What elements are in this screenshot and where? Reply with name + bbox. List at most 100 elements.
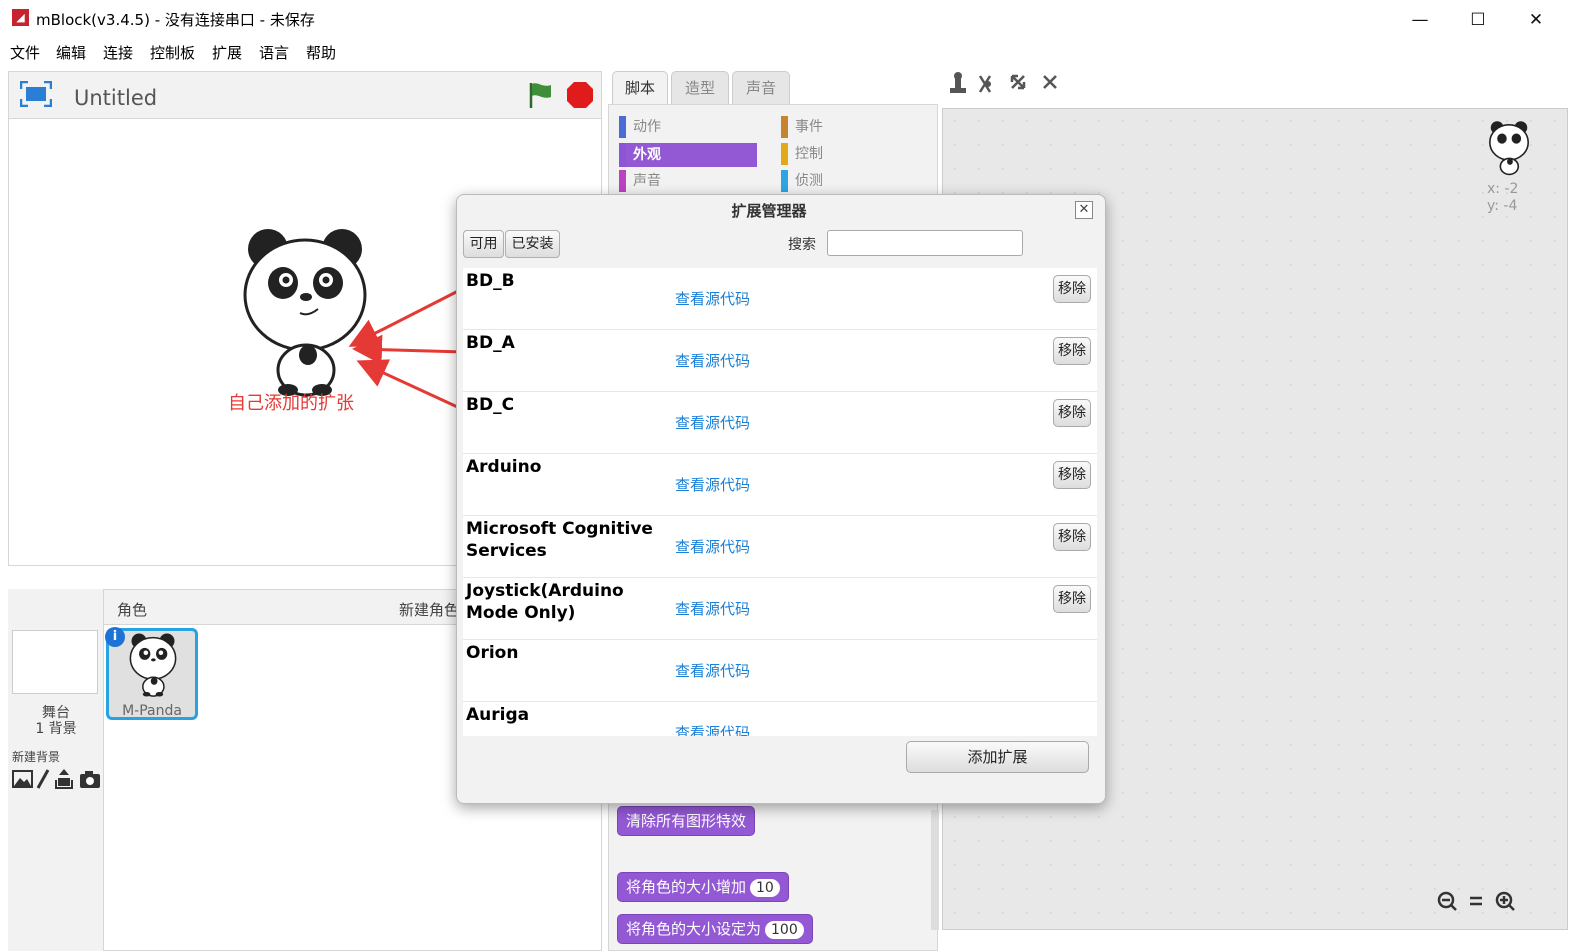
extension-row: Arduino 查看源代码 移除 [463,454,1097,516]
window-title: mBlock(v3.4.5) - 没有连接串口 - 未保存 [36,11,315,29]
dialog-close-icon[interactable]: ✕ [1075,201,1093,219]
category-motion[interactable]: 动作 [619,116,757,138]
view-source-link[interactable]: 查看源代码 [675,722,750,736]
menu-extensions[interactable]: 扩展 [212,42,242,63]
zoom-controls [1437,891,1515,911]
tab-scripts[interactable]: 脚本 [612,71,668,104]
sprite-x-coordinate: x: -2 [1487,181,1519,197]
view-source-link[interactable]: 查看源代码 [675,412,750,433]
view-source-link[interactable]: 查看源代码 [675,536,750,557]
remove-button[interactable]: 移除 [1053,275,1091,303]
shrink-icon [1043,75,1057,89]
menu-edit[interactable]: 编辑 [56,42,86,63]
category-control[interactable]: 控制 [781,143,919,165]
tab-costumes[interactable]: 造型 [671,71,729,104]
block-label: 将角色的大小设定为 [626,920,762,938]
category-sound[interactable]: 声音 [619,170,757,192]
backdrop-tools [12,769,100,789]
category-label: 事件 [795,119,823,135]
extension-name: Microsoft Cognitive Services [466,519,653,561]
extension-list: BD_B 查看源代码 移除 BD_A 查看源代码 移除 BD_C 查看源代码 移… [463,268,1097,736]
block-change-size[interactable]: 将角色的大小增加 10 [617,872,789,902]
category-looks[interactable]: 外观 [619,143,757,167]
block-clear-effects[interactable]: 清除所有图形特效 [617,806,756,836]
current-sprite-icon [1489,121,1529,176]
view-source-link[interactable]: 查看源代码 [675,474,750,495]
view-source-link[interactable]: 查看源代码 [675,660,750,681]
info-icon[interactable]: i [105,627,125,647]
brush-icon [36,769,50,789]
menu-language[interactable]: 语言 [259,42,289,63]
category-label: 控制 [795,146,823,162]
filter-installed-button[interactable]: 已安装 [505,230,560,258]
extension-name: BD_A [466,333,515,353]
stage-thumbnail[interactable] [12,630,98,694]
menu-help[interactable]: 帮助 [306,42,336,63]
cut-scissors-icon [978,75,992,93]
new-sprite-label: 新建角色 [399,601,460,619]
view-source-link[interactable]: 查看源代码 [675,598,750,619]
menu-boards[interactable]: 控制板 [150,42,195,63]
zoom-in-icon [1495,891,1515,911]
extension-name: Arduino [466,457,542,477]
add-extension-button[interactable]: 添加扩展 [906,741,1089,773]
view-source-link[interactable]: 查看源代码 [675,350,750,371]
duplicate-stamp-icon [950,72,966,93]
block-set-size[interactable]: 将角色的大小设定为 100 [617,914,813,944]
green-flag-icon[interactable] [526,80,556,110]
remove-button[interactable]: 移除 [1053,337,1091,365]
extension-name: BD_C [466,395,515,415]
zoom-reset-icon [1470,896,1482,906]
block-number-input[interactable]: 10 [750,879,780,897]
view-source-link[interactable]: 查看源代码 [675,288,750,309]
upload-backdrop-icon [55,769,73,789]
extension-name: Joystick(Arduino Mode Only) [466,581,624,623]
block-label: 清除所有图形特效 [626,812,747,830]
category-label: 侦测 [795,173,823,189]
zoom-out-icon [1437,891,1457,911]
remove-button[interactable]: 移除 [1053,585,1091,613]
category-label: 声音 [633,173,661,189]
backdrop-count: 1 背景 [35,721,77,737]
menu-file[interactable]: 文件 [10,42,40,63]
project-title: Untitled [74,86,158,110]
camera-icon [80,771,100,788]
menu-connect[interactable]: 连接 [103,42,133,63]
extension-row: Joystick(Arduino Mode Only) 查看源代码 移除 [463,578,1097,640]
dialog-title: 扩展管理器 [731,202,807,220]
panda-thumbnail-icon [129,633,177,697]
maximize-icon[interactable]: ☐ [1458,6,1498,34]
extension-row: BD_B 查看源代码 移除 [463,268,1097,330]
extension-name: BD_B [466,271,515,291]
remove-button[interactable]: 移除 [1053,523,1091,551]
block-label: 将角色的大小增加 [626,878,747,896]
remove-button[interactable]: 移除 [1053,399,1091,427]
new-backdrop-label: 新建背景 [12,750,61,764]
extension-row: BD_A 查看源代码 移除 [463,330,1097,392]
palette-scrollbar[interactable] [931,810,939,930]
sprites-label: 角色 [117,601,148,619]
tab-sounds[interactable]: 声音 [732,71,790,104]
minimize-icon[interactable]: — [1400,6,1440,34]
extension-row: Microsoft Cognitive Services 查看源代码 移除 [463,516,1097,578]
fullscreen-icon[interactable] [20,81,52,107]
remove-button[interactable]: 移除 [1053,461,1091,489]
sprite-y-coordinate: y: -4 [1487,198,1518,214]
annotation-text: 自己添加的扩张 [228,393,354,414]
category-sensing[interactable]: 侦测 [781,170,919,192]
filter-available-button[interactable]: 可用 [463,230,504,258]
sprite-tools [950,72,1057,93]
extension-name: Orion [466,643,519,663]
block-number-input[interactable]: 100 [765,921,804,939]
category-events[interactable]: 事件 [781,116,919,138]
extension-row: BD_C 查看源代码 移除 [463,392,1097,454]
extension-row: Auriga 查看源代码 [463,702,1097,736]
stop-icon[interactable] [566,81,594,109]
search-label: 搜索 [788,237,816,253]
close-icon[interactable]: ✕ [1516,6,1556,34]
extension-name: Auriga [466,705,530,725]
sprite-name: M-Panda [122,703,182,719]
category-label: 动作 [633,119,661,135]
search-input[interactable] [827,230,1023,256]
grow-icon [1010,74,1026,90]
